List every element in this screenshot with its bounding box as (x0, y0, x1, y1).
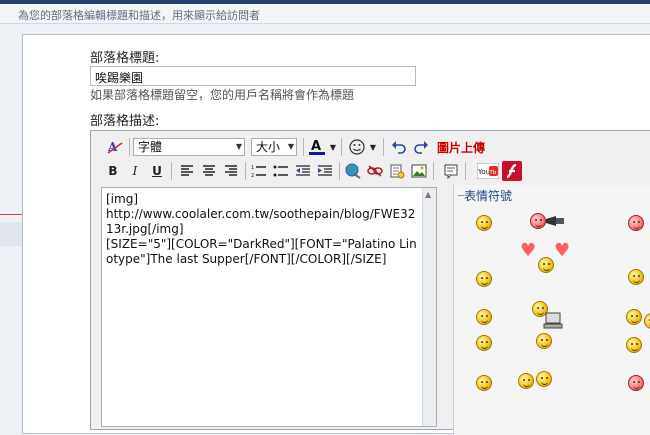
emoticon-icon[interactable] (476, 375, 492, 391)
emoticon-icon[interactable] (476, 271, 492, 287)
blog-title-label: 部落格標題: (90, 51, 160, 66)
toolbar-separator (339, 162, 340, 180)
toolbar-separator (341, 138, 342, 156)
toolbar-separator (129, 138, 130, 156)
textarea-scrollbar[interactable]: ▲ (422, 188, 436, 426)
emoticon-icon[interactable] (536, 371, 552, 387)
align-right-icon[interactable] (221, 161, 241, 181)
page-description: 為您的部落格編輯標題和描述，用來顯示給訪問者 (18, 9, 260, 22)
outdent-icon[interactable] (293, 161, 313, 181)
font-size-value: 大小 (256, 140, 281, 154)
emoticon-icon[interactable] (518, 373, 534, 389)
toolbar-separator (303, 138, 304, 156)
emoticon-icon[interactable] (476, 215, 492, 231)
computer-icon (543, 312, 563, 329)
svg-text:Tb: Tb (489, 170, 497, 176)
left-gray-block (0, 222, 22, 246)
insert-link-icon[interactable] (343, 161, 363, 181)
svg-text:2: 2 (251, 173, 254, 178)
blog-description-label: 部落格描述: (90, 114, 160, 129)
emoticon-icon[interactable] (538, 257, 554, 273)
emoticon-icon[interactable] (476, 309, 492, 325)
align-center-icon[interactable] (199, 161, 219, 181)
svg-text:You: You (477, 168, 490, 176)
emoticon-icon[interactable] (530, 213, 546, 229)
spellcheck-icon[interactable]: A (105, 137, 125, 157)
heart-icon: ♥ (520, 240, 537, 261)
emoticon-panel-title: 表情符號 (464, 189, 513, 203)
toolbar-separator (433, 162, 434, 180)
svg-text:1: 1 (251, 165, 254, 171)
blog-title-input[interactable]: 唉踢樂園 (90, 66, 416, 86)
unordered-list-icon[interactable] (271, 161, 291, 181)
flash-icon[interactable] (501, 161, 523, 181)
italic-button[interactable]: I (125, 161, 145, 181)
emoticon-icon[interactable] (476, 335, 492, 351)
underline-button[interactable]: U (147, 161, 167, 181)
smiley-icon[interactable] (347, 137, 367, 157)
emoticon-icon[interactable] (644, 313, 650, 329)
chevron-down-icon: ▼ (287, 142, 294, 151)
font-family-value: 字體 (138, 140, 163, 154)
image-upload-link[interactable]: 圖片上傳 (437, 139, 485, 156)
align-left-icon[interactable] (177, 161, 197, 181)
emoticon-icon[interactable] (536, 333, 552, 349)
emoticon-panel: 表情符號 ♥ ♥ (453, 185, 650, 435)
font-size-select[interactable]: 大小 ▼ (251, 138, 297, 156)
chevron-down-icon[interactable]: ▼ (369, 137, 377, 157)
scroll-up-icon[interactable]: ▲ (425, 190, 431, 199)
description-content: [img] http://www.coolaler.com.tw/soothep… (106, 192, 417, 266)
heart-icon: ♥ (554, 240, 571, 261)
chevron-down-icon: ▼ (235, 142, 242, 151)
editor-toolbar-row-1: A 字體 ▼ 大小 ▼ A ▼ ▼ 圖片上傳 (91, 135, 650, 159)
youtube-icon[interactable]: You Tb (477, 161, 499, 181)
toolbar-separator (465, 162, 466, 180)
emoticon-icon[interactable] (628, 215, 644, 231)
blog-title-value: 唉踢樂園 (95, 71, 144, 85)
insert-image-icon[interactable] (409, 161, 429, 181)
page-description-bar: 為您的部落格編輯標題和描述，用來顯示給訪問者 (0, 4, 650, 24)
remove-link-icon[interactable] (365, 161, 385, 181)
editor-toolbar-row-2: B I U 12 You Tb (91, 159, 650, 183)
toolbar-separator (383, 138, 384, 156)
emoticon-icon[interactable] (626, 309, 642, 325)
insert-email-icon[interactable] (387, 161, 407, 181)
emoticon-icon[interactable] (626, 337, 642, 353)
emoticon-icon[interactable] (628, 269, 644, 285)
emoticon-icon[interactable] (628, 375, 644, 391)
font-color-glyph: A (311, 139, 321, 154)
undo-icon[interactable] (389, 137, 409, 157)
bold-button[interactable]: B (103, 161, 123, 181)
megaphone-icon (546, 216, 564, 226)
toolbar-separator (171, 162, 172, 180)
font-family-select[interactable]: 字體 ▼ (133, 138, 245, 156)
indent-icon[interactable] (315, 161, 335, 181)
chevron-down-icon[interactable]: ▼ (329, 137, 337, 157)
left-divider-line (0, 214, 22, 215)
blog-title-hint: 如果部落格標題留空，您的用戶名稱將會作為標題 (90, 88, 355, 102)
font-color-icon[interactable]: A (307, 137, 327, 157)
left-strip (0, 24, 22, 417)
rich-text-editor: A 字體 ▼ 大小 ▼ A ▼ ▼ 圖片上傳 B I U 1 2 You Tb … (90, 130, 650, 435)
quote-icon[interactable] (441, 161, 461, 181)
description-textarea[interactable]: [img] http://www.coolaler.com.tw/soothep… (101, 187, 437, 427)
ordered-list-icon[interactable]: 12 (249, 161, 269, 181)
toolbar-separator (245, 162, 246, 180)
redo-icon[interactable] (411, 137, 431, 157)
